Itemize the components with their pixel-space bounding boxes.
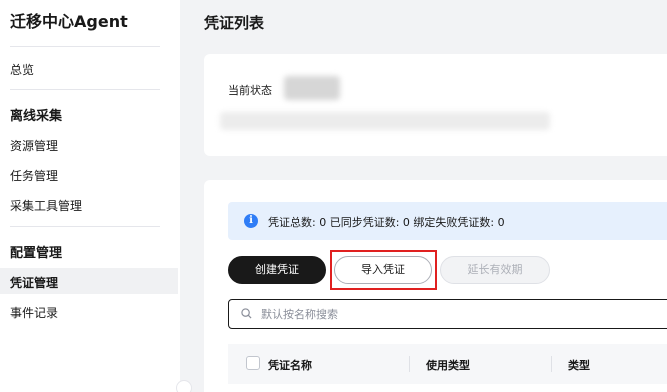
column-divider bbox=[551, 356, 552, 372]
column-credential-name[interactable]: 凭证名称 bbox=[268, 357, 312, 373]
info-icon: i bbox=[244, 214, 258, 228]
search-box[interactable] bbox=[228, 299, 667, 329]
status-card bbox=[204, 54, 667, 156]
sidebar-divider bbox=[10, 89, 160, 90]
status-detail-redacted bbox=[220, 112, 550, 130]
sidebar-collapse-handle[interactable] bbox=[176, 380, 192, 392]
sidebar-item-resource-management[interactable]: 资源管理 bbox=[10, 137, 58, 154]
app-title: 迁移中心Agent bbox=[10, 12, 128, 31]
sidebar-group-configuration: 配置管理 bbox=[10, 246, 63, 261]
credential-summary-bar: i 凭证总数: 0 已同步凭证数: 0 绑定失败凭证数: 0 bbox=[228, 202, 667, 240]
sidebar-divider bbox=[10, 226, 160, 227]
create-credential-button[interactable]: 创建凭证 bbox=[228, 256, 326, 284]
status-label: 当前状态 bbox=[228, 84, 272, 97]
sidebar: 迁移中心Agent 总览 离线采集 资源管理 任务管理 采集工具管理 配置管理 … bbox=[0, 0, 180, 392]
sidebar-item-credential-management[interactable]: 凭证管理 bbox=[10, 274, 58, 291]
credential-summary-text: 凭证总数: 0 已同步凭证数: 0 绑定失败凭证数: 0 bbox=[268, 216, 505, 229]
sidebar-item-collector-management[interactable]: 采集工具管理 bbox=[10, 197, 82, 214]
sidebar-group-offline-collection: 离线采集 bbox=[10, 109, 63, 124]
sidebar-item-task-management[interactable]: 任务管理 bbox=[10, 167, 58, 184]
sidebar-item-event-log[interactable]: 事件记录 bbox=[10, 304, 58, 321]
column-usage-type[interactable]: 使用类型 bbox=[426, 357, 470, 373]
page-title: 凭证列表 bbox=[204, 14, 265, 32]
search-input[interactable] bbox=[261, 304, 661, 324]
column-divider bbox=[409, 356, 410, 372]
highlight-box bbox=[330, 250, 437, 290]
column-type[interactable]: 类型 bbox=[568, 357, 590, 373]
select-all-checkbox[interactable] bbox=[246, 356, 260, 370]
extend-validity-button: 延长有效期 bbox=[440, 256, 550, 284]
search-icon bbox=[241, 308, 252, 319]
status-value-redacted bbox=[284, 76, 340, 100]
sidebar-divider bbox=[10, 46, 160, 47]
table-header: 凭证名称 使用类型 类型 bbox=[228, 344, 667, 384]
sidebar-item-overview[interactable]: 总览 bbox=[10, 61, 34, 78]
